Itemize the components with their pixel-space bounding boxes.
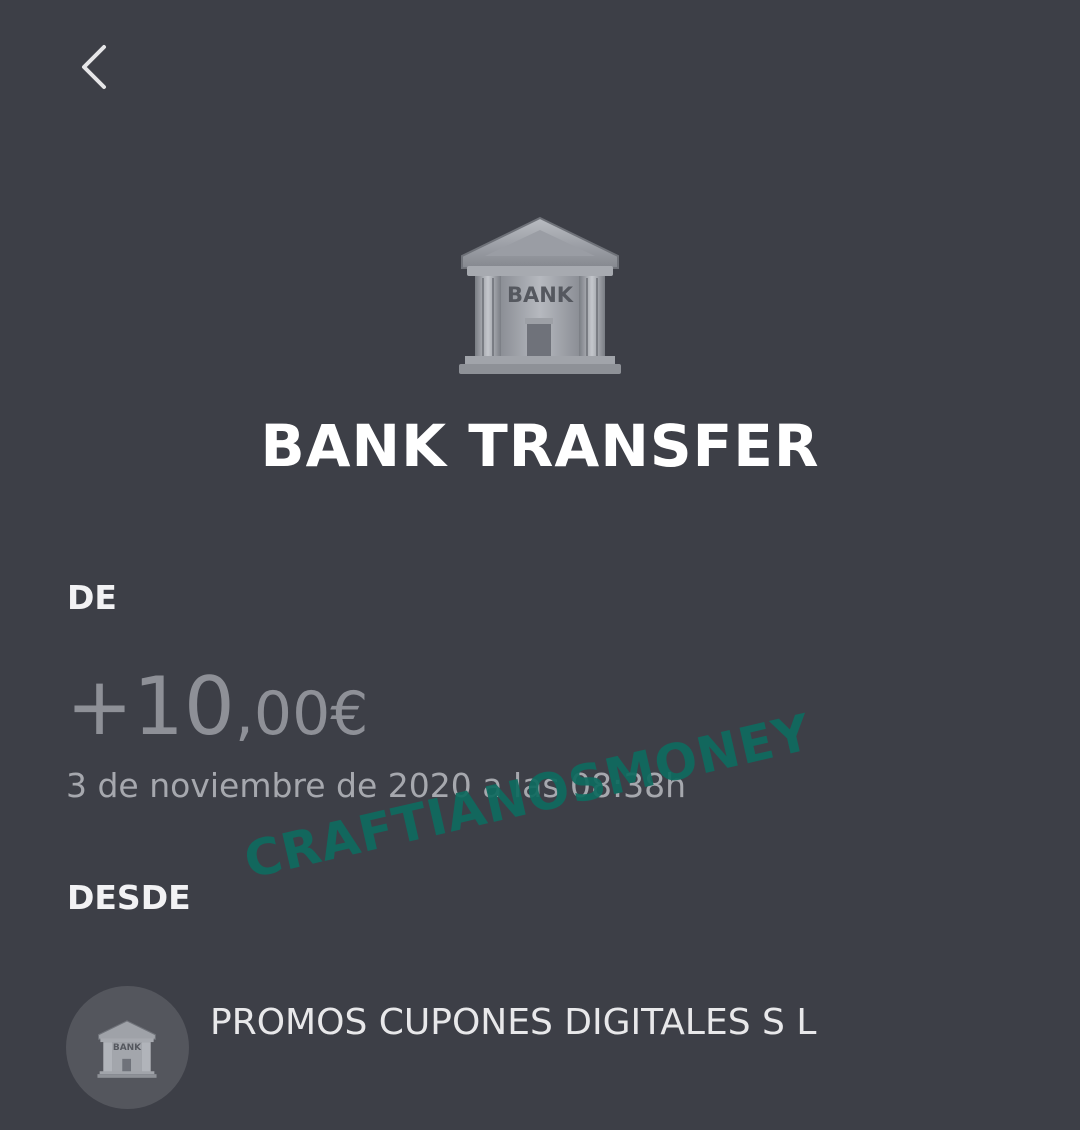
amount-minor: ,00€ (234, 679, 369, 749)
direction-label: DE (67, 578, 117, 617)
transaction-amount: +10,00€ (66, 660, 368, 753)
sender-icon-text: BANK (112, 1043, 142, 1053)
page-title: BANK TRANSFER (260, 412, 820, 480)
bank-icon-text: BANK (506, 283, 574, 307)
chevron-left-icon (82, 45, 106, 89)
sender-name: PROMOS CUPONES DIGITALES S L (210, 1002, 817, 1043)
back-button[interactable] (66, 36, 126, 96)
amount-major: +10 (66, 660, 235, 753)
sender-avatar: BANK (66, 986, 189, 1109)
from-label: DESDE (67, 878, 191, 917)
sender-row[interactable]: BANK PROMOS CUPONES DIGITALES S L (66, 986, 1026, 1110)
